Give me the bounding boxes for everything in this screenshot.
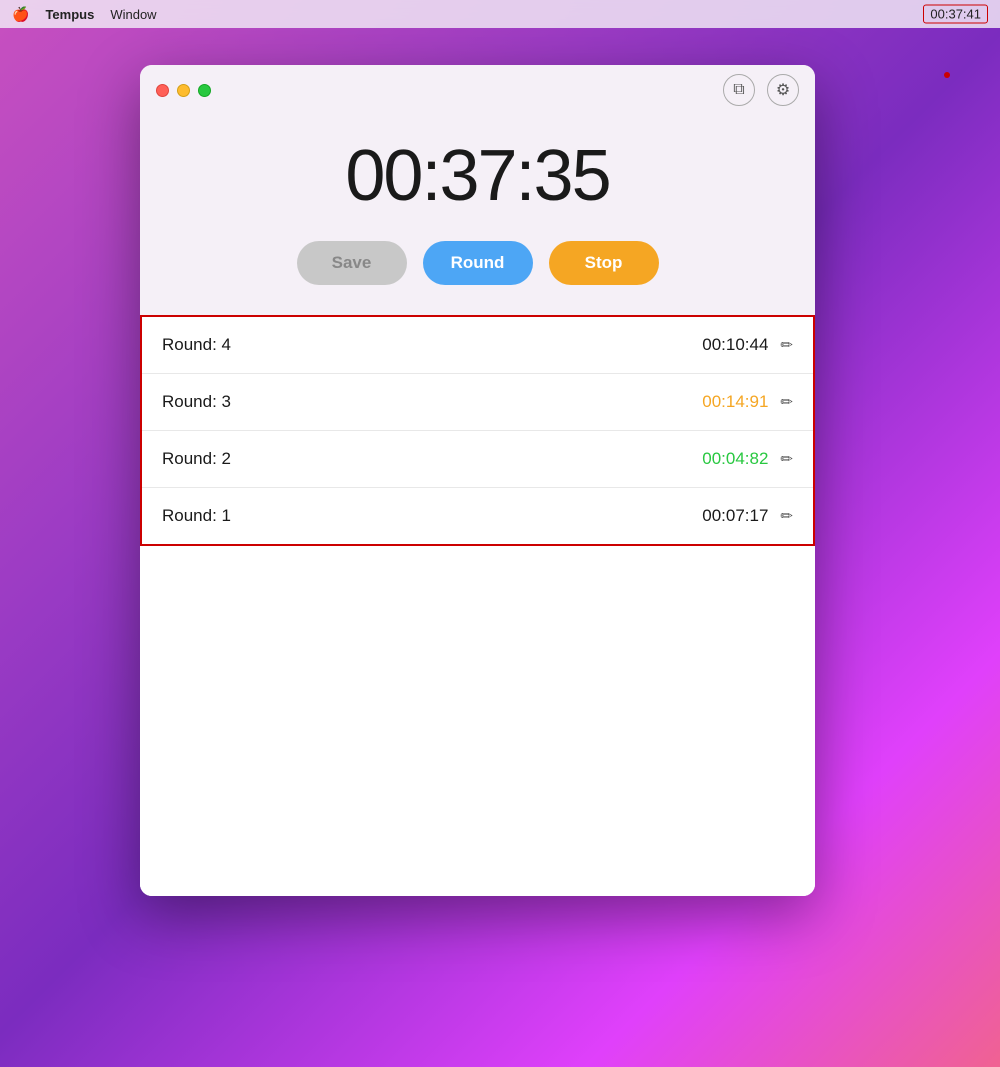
round-button[interactable]: Round [423, 241, 533, 285]
save-button[interactable]: Save [297, 241, 407, 285]
timer-section: 00:37:35 Save Round Stop [140, 115, 815, 315]
settings-icon-button[interactable]: ⚙ [767, 74, 799, 106]
edit-icon[interactable]: ✏ [780, 393, 793, 411]
copy-icon: ⧉ [733, 81, 744, 99]
menubar-window-menu[interactable]: Window [110, 7, 156, 22]
maximize-button[interactable] [198, 84, 211, 97]
titlebar: ⧉ ⚙ [140, 65, 815, 115]
app-window: ⧉ ⚙ 00:37:35 Save Round Stop Round: 400:… [140, 65, 815, 896]
traffic-lights [156, 84, 211, 97]
close-button[interactable] [156, 84, 169, 97]
window-controls-right: ⧉ ⚙ [723, 74, 799, 106]
round-time: 00:04:82 [702, 449, 768, 469]
menubar-left: 🍎 Tempus Window [12, 6, 157, 23]
edit-icon[interactable]: ✏ [780, 450, 793, 468]
decorative-dot-1 [944, 72, 950, 78]
apple-menu-icon[interactable]: 🍎 [12, 6, 29, 23]
copy-icon-button[interactable]: ⧉ [723, 74, 755, 106]
round-item: Round: 400:10:44 ✏ [142, 317, 813, 374]
round-time: 00:14:91 [702, 392, 768, 412]
menubar-app-name[interactable]: Tempus [45, 7, 94, 22]
minimize-button[interactable] [177, 84, 190, 97]
buttons-row: Save Round Stop [297, 241, 659, 285]
menubar: 🍎 Tempus Window 00:37:41 [0, 0, 1000, 28]
gear-icon: ⚙ [776, 80, 790, 100]
empty-area [140, 546, 815, 896]
timer-display: 00:37:35 [345, 135, 609, 217]
round-time: 00:10:44 [702, 335, 768, 355]
stop-button[interactable]: Stop [549, 241, 659, 285]
edit-icon[interactable]: ✏ [780, 336, 793, 354]
round-item: Round: 300:14:91 ✏ [142, 374, 813, 431]
round-label: Round: 3 [162, 392, 702, 412]
round-label: Round: 4 [162, 335, 702, 355]
rounds-list: Round: 400:10:44✏Round: 300:14:91✏Round:… [140, 315, 815, 546]
menubar-time: 00:37:41 [923, 5, 988, 24]
round-label: Round: 2 [162, 449, 702, 469]
edit-icon[interactable]: ✏ [780, 507, 793, 525]
round-label: Round: 1 [162, 506, 702, 526]
round-time: 00:07:17 [702, 506, 768, 526]
window-content: Round: 400:10:44✏Round: 300:14:91✏Round:… [140, 315, 815, 896]
round-item: Round: 200:04:82 ✏ [142, 431, 813, 488]
round-item: Round: 100:07:17 ✏ [142, 488, 813, 544]
